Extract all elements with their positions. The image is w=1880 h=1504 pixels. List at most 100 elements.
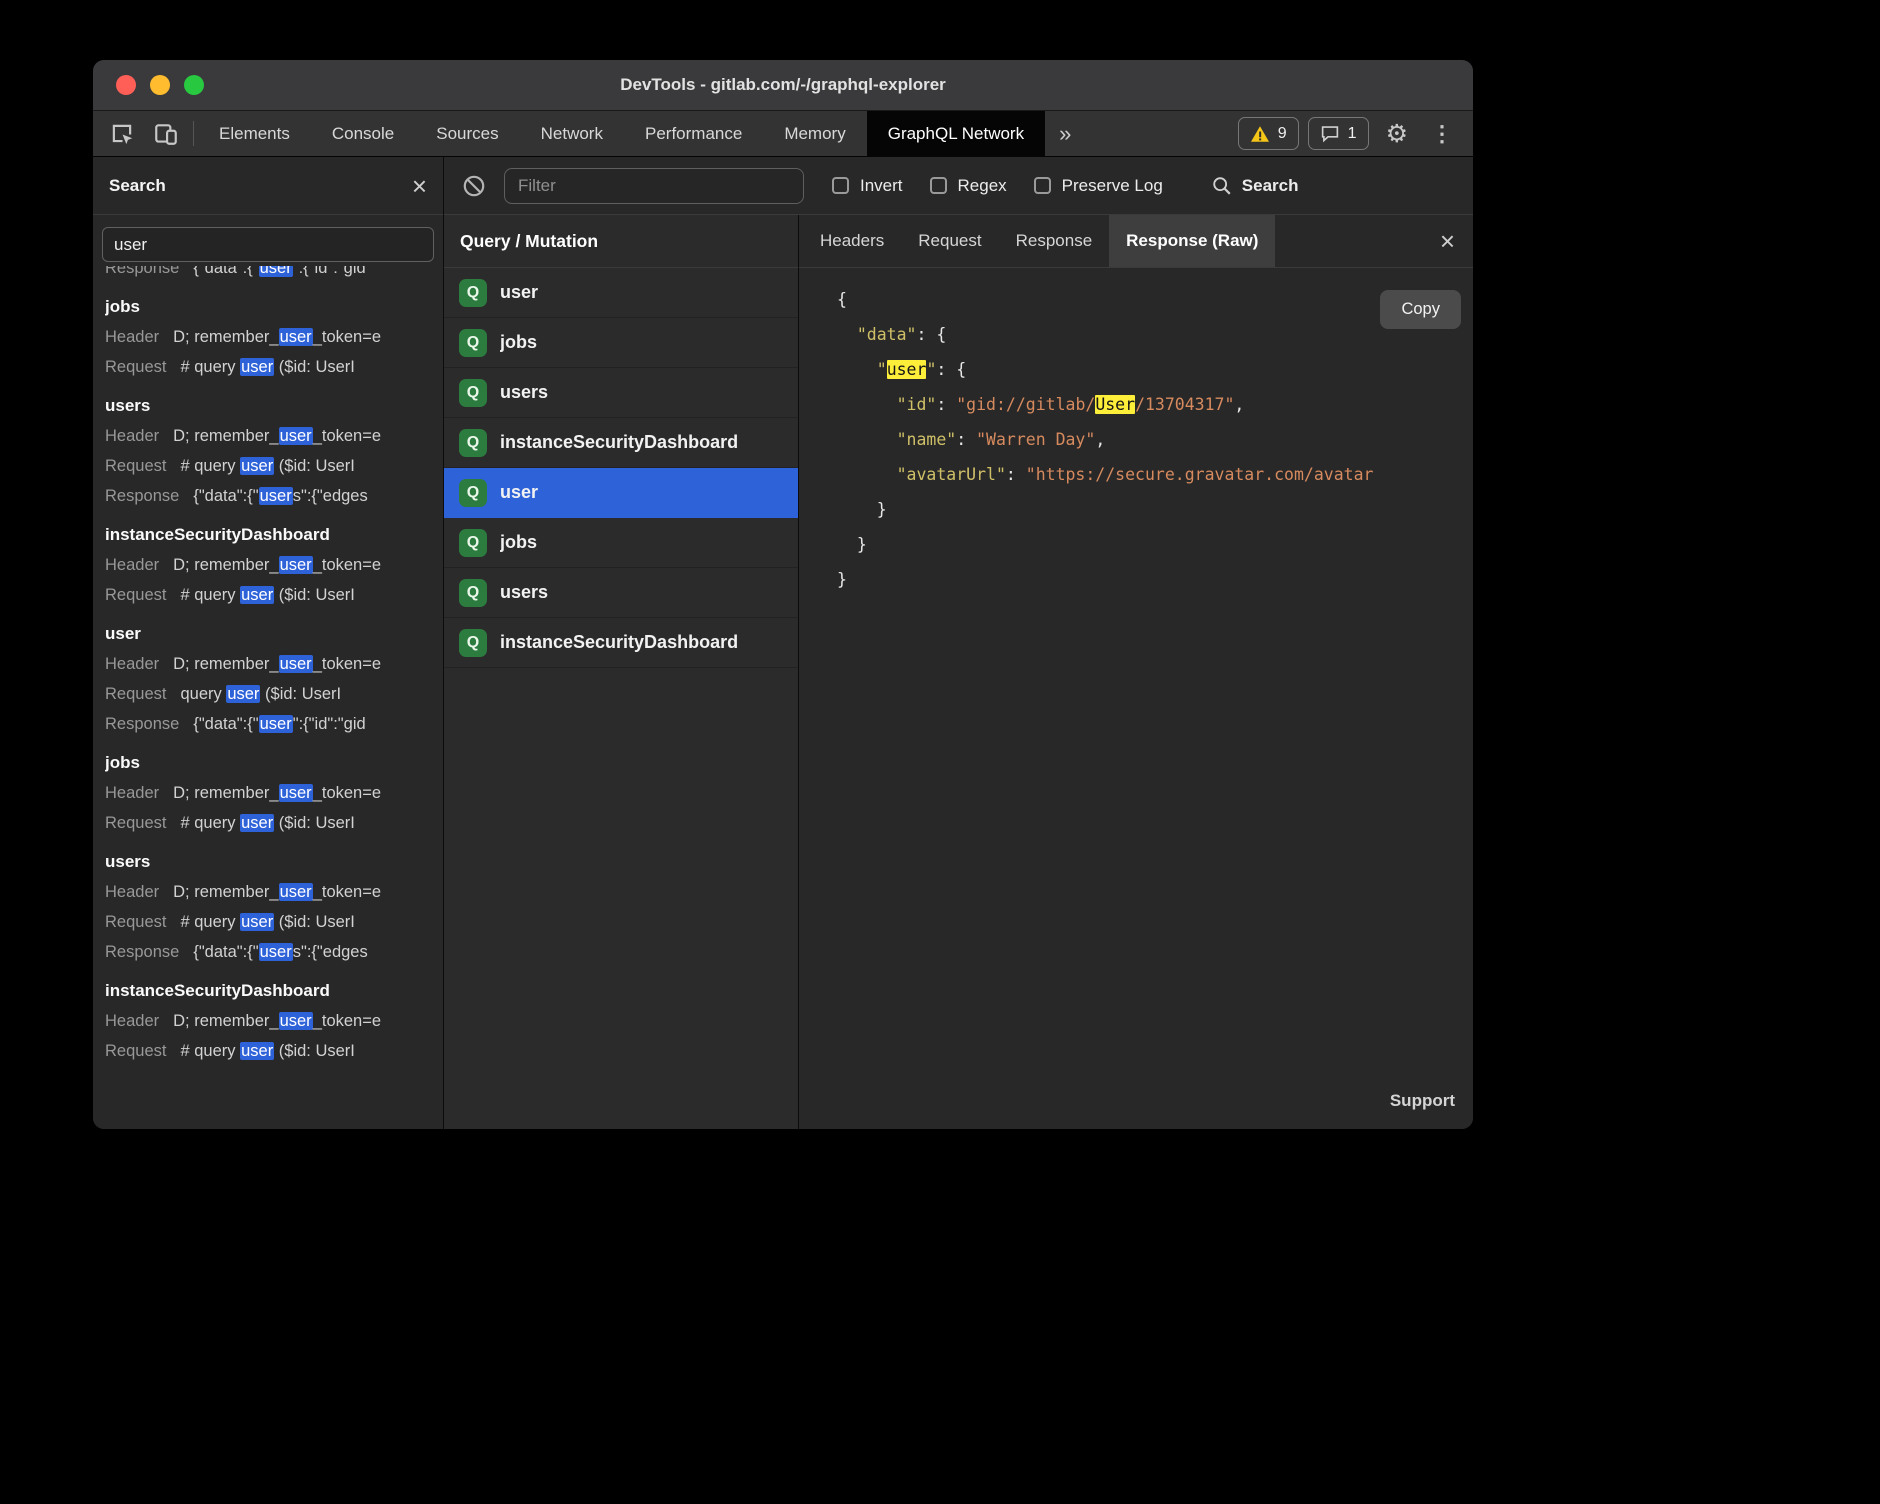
- zoom-window-button[interactable]: [184, 75, 204, 95]
- tab-memory[interactable]: Memory: [763, 111, 866, 156]
- issues-badge[interactable]: 1: [1308, 117, 1369, 150]
- clear-requests-icon[interactable]: [460, 172, 488, 200]
- filter-option-regex[interactable]: Regex: [930, 176, 1007, 196]
- search-result-line[interactable]: Request# query user ($id: UserI: [105, 907, 431, 937]
- search-result-group[interactable]: users: [105, 847, 431, 877]
- result-row-content: {"data":{"users":{"edges: [193, 943, 367, 961]
- device-toolbar-icon[interactable]: [151, 119, 181, 149]
- message-icon: [1320, 125, 1340, 143]
- json-line: "id": "gid://gitlab/User/13704317",: [837, 387, 1473, 422]
- json-line: }: [837, 492, 1473, 527]
- result-row-content: D; remember_user_token=e: [173, 427, 381, 445]
- inspect-element-icon[interactable]: [107, 119, 137, 149]
- search-result-line[interactable]: Requestquery user ($id: UserI: [105, 679, 431, 709]
- result-row-label: Response: [105, 943, 179, 961]
- filter-input[interactable]: [504, 168, 804, 204]
- result-row-content: # query user ($id: UserI: [180, 1042, 354, 1060]
- minimize-window-button[interactable]: [150, 75, 170, 95]
- search-result-line[interactable]: HeaderD; remember_user_token=e: [105, 1006, 431, 1036]
- checkbox-invert[interactable]: [832, 177, 849, 194]
- search-result-line[interactable]: Request# query user ($id: UserI: [105, 352, 431, 382]
- network-search-toggle[interactable]: Search: [1211, 175, 1299, 197]
- warnings-badge[interactable]: 9: [1238, 117, 1299, 150]
- result-row-content: D; remember_user_token=e: [173, 556, 381, 574]
- search-result-line[interactable]: HeaderD; remember_user_token=e: [105, 322, 431, 352]
- filter-option-invert[interactable]: Invert: [832, 176, 903, 196]
- tab-performance[interactable]: Performance: [624, 111, 763, 156]
- network-filterbar: Invert Regex Preserve Log Search: [444, 157, 1473, 215]
- search-result-line[interactable]: Header D; remember_user_token=e: [105, 421, 431, 451]
- query-list-item-instancesecuritydashboard[interactable]: QinstanceSecurityDashboard: [444, 418, 798, 468]
- query-type-badge: Q: [459, 629, 487, 657]
- checkbox-preserve-log[interactable]: [1034, 177, 1051, 194]
- checkbox-label-regex: Regex: [958, 176, 1007, 196]
- more-tabs-chevron[interactable]: »: [1045, 111, 1085, 156]
- kebab-menu-icon[interactable]: ⋮: [1425, 121, 1459, 147]
- result-row-content: query user ($id: UserI: [180, 685, 341, 703]
- search-result-line[interactable]: Response {"data":{"users":{"edges: [105, 937, 431, 967]
- search-icon: [1211, 175, 1233, 197]
- result-row-content: {"data":{"users":{"edges: [193, 487, 367, 505]
- settings-gear-icon[interactable]: ⚙: [1378, 119, 1416, 149]
- checkbox-regex[interactable]: [930, 177, 947, 194]
- query-list-item-instancesecuritydashboard[interactable]: QinstanceSecurityDashboard: [444, 618, 798, 668]
- search-result-line[interactable]: HeaderD; remember_user_token=e: [105, 877, 431, 907]
- search-result-line[interactable]: HeaderD; remember_user_token=e: [105, 550, 431, 580]
- search-result-line[interactable]: Response{"data":{"user":{"id":"gid: [105, 266, 431, 283]
- traffic-lights: [116, 60, 204, 110]
- tab-graphql-network[interactable]: GraphQL Network: [867, 111, 1045, 156]
- result-row-content: # query user ($id: UserI: [180, 457, 354, 475]
- search-result-line[interactable]: Request# query user ($id: UserI: [105, 808, 431, 838]
- search-close-icon[interactable]: ×: [412, 173, 427, 199]
- result-row-label: Header: [105, 427, 159, 445]
- tab-network[interactable]: Network: [520, 111, 624, 156]
- search-input[interactable]: [102, 227, 434, 262]
- detail-close-icon[interactable]: ×: [1440, 228, 1455, 254]
- result-row-content: D; remember_user_token=e: [173, 883, 381, 901]
- network-search-label: Search: [1242, 176, 1299, 196]
- query-list-item-users[interactable]: Qusers: [444, 568, 798, 618]
- detail-tab-request[interactable]: Request: [901, 215, 998, 267]
- search-match: user: [240, 1042, 274, 1060]
- search-result-line[interactable]: HeaderD; remember_user_token=e: [105, 778, 431, 808]
- detail-tab-response[interactable]: Response: [999, 215, 1110, 267]
- json-line: "data": {: [837, 317, 1473, 352]
- query-item-label: jobs: [500, 332, 537, 353]
- search-match: user: [240, 814, 274, 832]
- query-list-item-users[interactable]: Qusers: [444, 368, 798, 418]
- search-match: user: [240, 913, 274, 931]
- result-row-content: # query user ($id: UserI: [180, 814, 354, 832]
- tab-sources[interactable]: Sources: [415, 111, 519, 156]
- query-list-item-user[interactable]: Quser: [444, 468, 798, 518]
- search-result-group[interactable]: jobs: [105, 748, 431, 778]
- warning-count: 9: [1278, 125, 1287, 143]
- json-line: {: [837, 282, 1473, 317]
- result-row-content: {"data":{"user":{"id":"gid: [193, 266, 365, 277]
- tab-console[interactable]: Console: [311, 111, 415, 156]
- search-result-line[interactable]: Request# query user ($id: UserI: [105, 451, 431, 481]
- search-result-group[interactable]: jobs: [105, 292, 431, 322]
- search-result-line[interactable]: Request# query user ($id: UserI: [105, 580, 431, 610]
- close-window-button[interactable]: [116, 75, 136, 95]
- search-match: user: [259, 487, 293, 505]
- search-result-line[interactable]: Response{"data":{"users":{"edges: [105, 481, 431, 511]
- search-result-line[interactable]: HeaderD; remember_user_token=e: [105, 649, 431, 679]
- tab-elements[interactable]: Elements: [198, 111, 311, 156]
- detail-tab-response-raw[interactable]: Response (Raw): [1109, 215, 1275, 267]
- filter-option-preserve-log[interactable]: Preserve Log: [1034, 176, 1163, 196]
- query-list-item-jobs[interactable]: Qjobs: [444, 518, 798, 568]
- search-result-group[interactable]: user: [105, 619, 431, 649]
- search-result-group[interactable]: users: [105, 391, 431, 421]
- detail-tab-headers[interactable]: Headers: [803, 215, 901, 267]
- search-panel: Search × Response{"data":{"user":{"id":"…: [93, 157, 444, 1129]
- support-link[interactable]: Support: [799, 1079, 1473, 1129]
- search-result-group[interactable]: instanceSecurityDashboard: [105, 520, 431, 550]
- search-match: user: [240, 586, 274, 604]
- result-row-label: Response: [105, 715, 179, 733]
- query-list-item-user[interactable]: Quser: [444, 268, 798, 318]
- search-result-line[interactable]: Request# query user ($id: UserI: [105, 1036, 431, 1066]
- query-list-item-jobs[interactable]: Qjobs: [444, 318, 798, 368]
- copy-button[interactable]: Copy: [1380, 290, 1461, 329]
- search-result-group[interactable]: instanceSecurityDashboard: [105, 976, 431, 1006]
- search-result-line[interactable]: Response{"data":{"user":{"id":"gid: [105, 709, 431, 739]
